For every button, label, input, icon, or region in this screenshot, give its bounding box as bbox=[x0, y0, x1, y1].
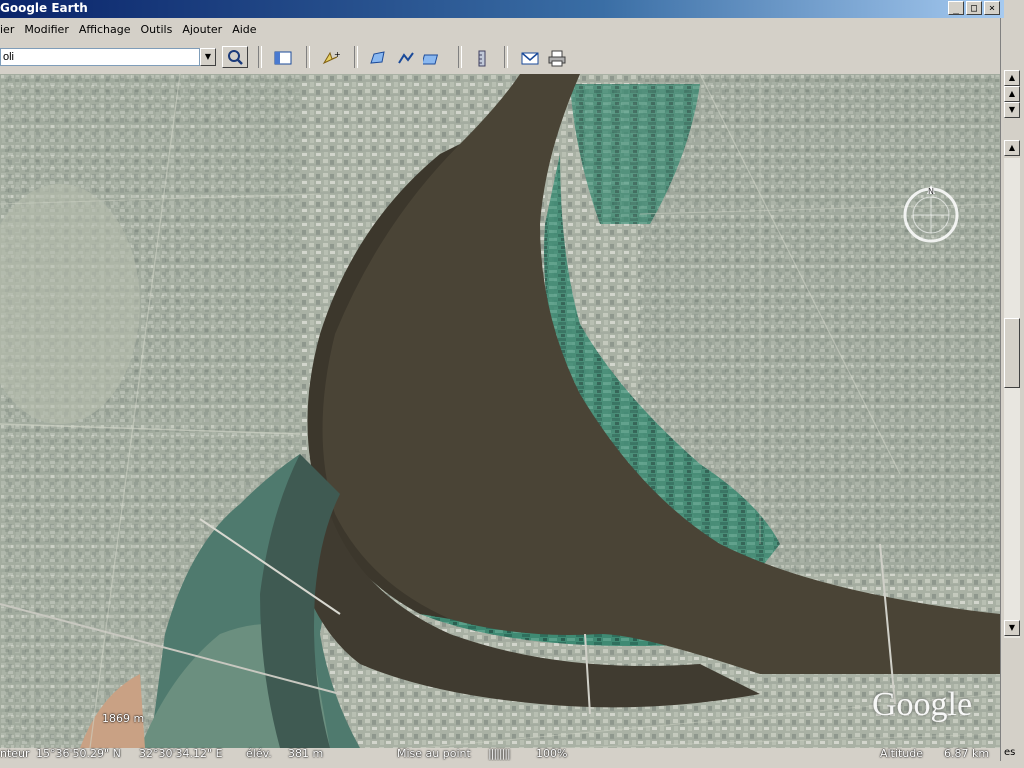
altitude-label: Altitude bbox=[880, 747, 923, 760]
latitude-value: 15°36'50.29" N bbox=[36, 747, 121, 760]
altitude-value: 6.87 km bbox=[944, 747, 990, 760]
scroll-up-button[interactable]: ▲ bbox=[1004, 70, 1020, 86]
menu-add[interactable]: Ajouter bbox=[177, 23, 227, 36]
toolbar-separator bbox=[306, 46, 310, 68]
window-controls: _ □ × bbox=[948, 1, 1000, 15]
elevation-label: élév. bbox=[246, 747, 272, 760]
menu-file[interactable]: ier bbox=[0, 23, 19, 36]
compass-north-label: N bbox=[928, 187, 934, 196]
window-bottom-border: es bbox=[0, 747, 1024, 768]
corner-text: es bbox=[1004, 747, 1016, 758]
email-icon[interactable] bbox=[520, 49, 540, 67]
menu-tools[interactable]: Outils bbox=[136, 23, 178, 36]
focus-percent: 100% bbox=[536, 747, 568, 760]
slider-down-button[interactable]: ▼ bbox=[1004, 620, 1020, 636]
scroll-down-button[interactable]: ▼ bbox=[1004, 102, 1020, 118]
placemark-add-icon[interactable]: + bbox=[320, 49, 340, 67]
search-dropdown-button[interactable]: ▼ bbox=[200, 48, 216, 66]
toolbar-separator bbox=[504, 46, 508, 68]
vertical-scrollbar[interactable]: ▲ ▲ ▼ ▲ ▼ bbox=[1000, 18, 1024, 768]
toolbar-separator bbox=[354, 46, 358, 68]
maximize-button[interactable]: □ bbox=[966, 1, 982, 15]
window-title: Google Earth bbox=[0, 1, 88, 15]
print-icon[interactable] bbox=[547, 49, 567, 67]
polygon-add-icon[interactable] bbox=[368, 49, 388, 67]
scroll-thumb[interactable] bbox=[1004, 318, 1020, 388]
svg-text:+: + bbox=[334, 50, 340, 59]
scale-label: 1869 m bbox=[102, 712, 145, 725]
path-add-icon[interactable] bbox=[396, 49, 416, 67]
toolbar-separator bbox=[458, 46, 462, 68]
search-button[interactable] bbox=[222, 46, 248, 68]
title-bar: Google Earth _ □ × bbox=[0, 0, 1004, 18]
google-logo: Google bbox=[872, 686, 973, 723]
focus-label: Mise au point bbox=[397, 747, 471, 760]
toolbar-separator bbox=[258, 46, 262, 68]
map-view[interactable]: N Google bbox=[0, 74, 1000, 748]
menu-bar: ier Modifier Affichage Outils Ajouter Ai… bbox=[0, 18, 1004, 40]
sidebar-toggle-icon[interactable] bbox=[273, 49, 293, 67]
satellite-imagery[interactable] bbox=[0, 74, 1000, 748]
ruler-icon[interactable] bbox=[472, 49, 492, 67]
slider-up-button[interactable]: ▲ bbox=[1004, 140, 1020, 156]
magnifier-icon bbox=[228, 50, 243, 65]
toolbar: ▼ + bbox=[0, 40, 1004, 75]
menu-edit[interactable]: Modifier bbox=[19, 23, 73, 36]
minimize-button[interactable]: _ bbox=[948, 1, 964, 15]
close-button[interactable]: × bbox=[984, 1, 1000, 15]
focus-progress-bars: |||||||| bbox=[488, 747, 511, 760]
scroll-mid-button[interactable]: ▲ bbox=[1004, 86, 1020, 102]
compass-icon[interactable]: N bbox=[898, 182, 964, 248]
status-bar: nteur 15°36'50.29" N 32°30'34.12" E élév… bbox=[0, 745, 1000, 761]
menu-view[interactable]: Affichage bbox=[74, 23, 136, 36]
menu-help[interactable]: Aide bbox=[227, 23, 261, 36]
longitude-value: 32°30'34.12" E bbox=[139, 747, 223, 760]
pointer-label: nteur bbox=[0, 747, 30, 760]
overlay-add-icon[interactable] bbox=[423, 49, 443, 67]
elevation-value: 381 m bbox=[288, 747, 324, 760]
scroll-track[interactable] bbox=[1004, 158, 1020, 638]
search-input[interactable] bbox=[0, 48, 200, 66]
